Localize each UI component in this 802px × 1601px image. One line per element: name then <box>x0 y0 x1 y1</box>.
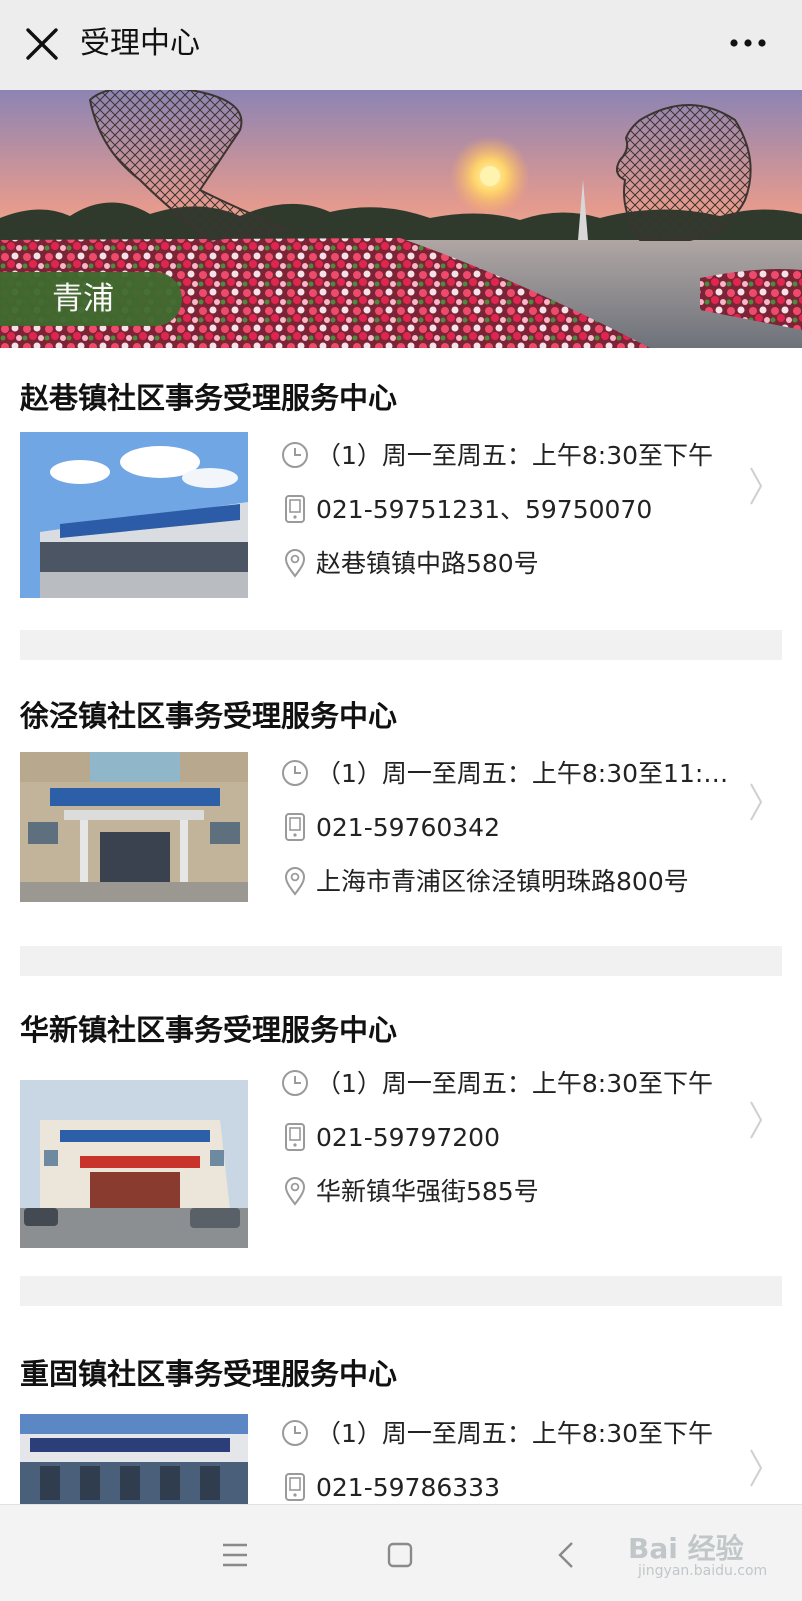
watermark-brand: Bai 经验 <box>628 1532 744 1565</box>
back-arrow-icon[interactable] <box>548 1535 588 1575</box>
center-card[interactable]: 华新镇社区事务受理服务中心 （1）周一至周五：上午8:30至下午 021-597… <box>0 1010 802 1260</box>
address-row: 华新镇华强街585号 <box>280 1172 730 1212</box>
location-pin-icon <box>284 867 306 896</box>
close-icon[interactable] <box>22 24 62 64</box>
center-card[interactable]: 赵巷镇社区事务受理服务中心 （1）周一至周五：上午8:30至下午 021-597… <box>0 378 802 638</box>
address-text: 赵巷镇镇中路580号 <box>316 549 539 578</box>
phone-text[interactable]: 021-59797200 <box>316 1118 730 1158</box>
center-name: 赵巷镇社区事务受理服务中心 <box>20 381 398 415</box>
center-photo <box>20 432 248 598</box>
phone-text[interactable]: 021-59786333 <box>316 1468 730 1504</box>
address-text: 华新镇华强街585号 <box>316 1177 539 1206</box>
location-pin-icon <box>284 1177 306 1206</box>
phone-icon <box>285 1473 305 1501</box>
phone-text[interactable]: 021-59751231、59750070 <box>316 490 730 530</box>
location-pin-icon <box>284 549 306 578</box>
district-banner: 青浦 <box>0 90 802 348</box>
center-photo <box>20 1080 248 1248</box>
center-name: 重固镇社区事务受理服务中心 <box>20 1357 398 1391</box>
chevron-right-icon[interactable] <box>748 464 764 508</box>
hours-row: （1）周一至周五：上午8:30至下午 <box>280 1414 730 1454</box>
center-card[interactable]: 重固镇社区事务受理服务中心 （1）周一至周五：上午8:30至下午 021-597… <box>0 1354 802 1504</box>
phone-row: 021-59786333 <box>280 1468 730 1504</box>
chevron-right-icon[interactable] <box>748 780 764 824</box>
hours-row: （1）周一至周五：上午8:30至下午 <box>280 1064 730 1104</box>
center-name: 徐泾镇社区事务受理服务中心 <box>20 699 398 733</box>
chevron-right-icon[interactable] <box>748 1098 764 1142</box>
center-name: 华新镇社区事务受理服务中心 <box>20 1013 398 1047</box>
hours-row: （1）周一至周五：上午8:30至下午 <box>280 436 730 476</box>
district-tag[interactable]: 青浦 <box>0 272 182 326</box>
clock-icon <box>282 1070 308 1096</box>
address-row: 赵巷镇镇中路580号 <box>280 544 730 584</box>
page-title: 受理中心 <box>80 26 200 61</box>
system-nav-bar: Bai 经验 jingyan.baidu.com <box>0 1504 802 1601</box>
chevron-right-icon[interactable] <box>748 1446 764 1490</box>
phone-row: 021-59797200 <box>280 1118 730 1158</box>
clock-icon <box>282 442 308 468</box>
watermark: Bai 经验 jingyan.baidu.com <box>628 1523 788 1593</box>
center-photo <box>20 752 248 902</box>
center-photo <box>20 1414 248 1504</box>
phone-row: 021-59751231、59750070 <box>280 490 730 530</box>
phone-text[interactable]: 021-59760342 <box>316 808 730 848</box>
watermark-url: jingyan.baidu.com <box>638 1563 768 1579</box>
hours-text: （1）周一至周五：上午8:30至下午 <box>316 1069 714 1098</box>
title-bar: 受理中心 <box>0 0 802 90</box>
hours-text: （1）周一至周五：上午8:30至11:00 <box>316 759 730 788</box>
phone-icon <box>285 495 305 523</box>
separator <box>20 630 782 660</box>
hours-text: （1）周一至周五：上午8:30至下午 <box>316 1419 714 1448</box>
home-square-icon[interactable] <box>380 1535 420 1575</box>
separator <box>20 1276 782 1306</box>
address-text: 上海市青浦区徐泾镇明珠路800号 <box>316 867 689 896</box>
center-card[interactable]: 徐泾镇社区事务受理服务中心 （1）周一至周五：上午8:30至11:00 021-… <box>0 696 802 946</box>
menu-icon[interactable] <box>215 1535 255 1575</box>
address-row: 上海市青浦区徐泾镇明珠路800号 <box>280 862 730 902</box>
clock-icon <box>282 760 308 786</box>
clock-icon <box>282 1420 308 1446</box>
phone-icon <box>285 1123 305 1151</box>
more-icon[interactable] <box>728 30 768 60</box>
separator <box>20 946 782 976</box>
phone-icon <box>285 813 305 841</box>
hours-row: （1）周一至周五：上午8:30至11:00 <box>280 754 730 794</box>
hours-text: （1）周一至周五：上午8:30至下午 <box>316 441 714 470</box>
phone-row: 021-59760342 <box>280 808 730 848</box>
